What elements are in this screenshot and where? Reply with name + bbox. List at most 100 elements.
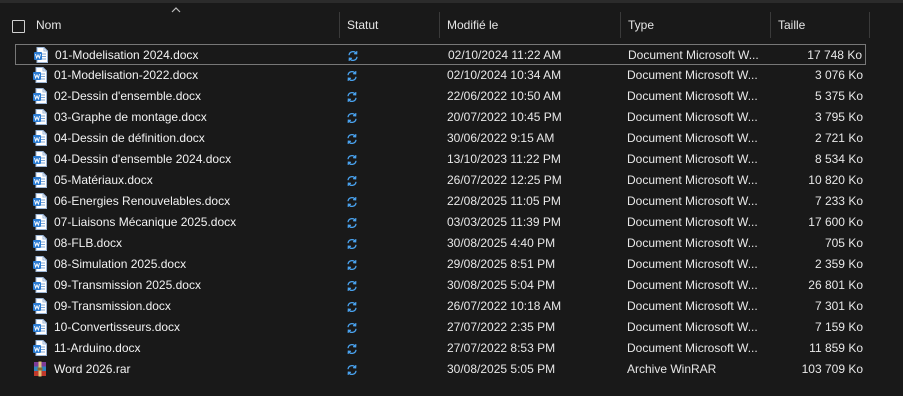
sync-status-icon — [346, 238, 358, 250]
file-type: Document Microsoft W... — [627, 299, 758, 313]
column-divider[interactable] — [770, 12, 771, 38]
sync-status-icon — [346, 301, 358, 313]
word-doc-icon — [33, 340, 47, 356]
file-name[interactable]: 01-Modelisation 2024.docx — [55, 45, 198, 66]
file-row[interactable]: 02-Dessin d'ensemble.docx 22/06/2022 10:5… — [15, 86, 866, 107]
sync-status-icon — [346, 133, 358, 145]
sync-status-icon — [346, 217, 358, 229]
sync-status-icon — [346, 259, 358, 271]
file-type: Document Microsoft W... — [627, 131, 758, 145]
file-modified-date: 27/07/2022 2:35 PM — [447, 320, 556, 334]
file-name[interactable]: 04-Dessin d'ensemble 2024.docx — [54, 149, 231, 170]
file-row[interactable]: 08-FLB.docx 30/08/2025 4:40 PM Document Mi… — [15, 233, 866, 254]
word-doc-icon — [33, 130, 47, 146]
column-divider[interactable] — [620, 12, 621, 38]
sync-status-icon — [346, 70, 358, 82]
file-modified-date: 29/08/2025 8:51 PM — [447, 257, 556, 271]
file-size: 3 795 Ko — [814, 110, 863, 124]
file-row[interactable]: 01-Modelisation 2024.docx 02/10/2024 11:2… — [15, 44, 866, 65]
sync-status-icon — [346, 91, 358, 103]
file-type: Document Microsoft W... — [627, 110, 758, 124]
file-name[interactable]: 10-Convertisseurs.docx — [54, 317, 180, 338]
column-header-name[interactable]: Nom — [36, 8, 336, 40]
file-type: Document Microsoft W... — [627, 89, 758, 103]
file-name[interactable]: 02-Dessin d'ensemble.docx — [54, 86, 201, 107]
file-size: 8 534 Ko — [814, 152, 863, 166]
file-type: Document Microsoft W... — [627, 152, 758, 166]
file-row[interactable]: 09-Transmission.docx 26/07/2022 10:18 AM D… — [15, 296, 866, 317]
file-size: 7 233 Ko — [814, 194, 863, 208]
winrar-archive-icon — [33, 361, 47, 377]
file-size: 705 Ko — [824, 236, 863, 250]
file-size: 5 375 Ko — [814, 89, 863, 103]
file-modified-date: 30/08/2025 5:04 PM — [447, 278, 556, 292]
file-size: 17 748 Ko — [807, 48, 862, 62]
file-row[interactable]: 11-Arduino.docx 27/07/2022 8:53 PM Documen… — [15, 338, 866, 359]
file-type: Document Microsoft W... — [627, 173, 758, 187]
sync-status-icon — [346, 343, 358, 355]
file-type: Document Microsoft W... — [627, 236, 758, 250]
file-row[interactable]: 04-Dessin de définition.docx 30/06/2022 9… — [15, 128, 866, 149]
file-type: Document Microsoft W... — [627, 194, 758, 208]
word-doc-icon — [33, 298, 47, 314]
sync-status-icon — [346, 322, 358, 334]
file-name[interactable]: 09-Transmission.docx — [54, 296, 171, 317]
file-modified-date: 22/06/2022 10:50 AM — [447, 89, 562, 103]
file-modified-date: 30/08/2025 4:40 PM — [447, 236, 556, 250]
file-name[interactable]: 03-Graphe de montage.docx — [54, 107, 207, 128]
column-divider[interactable] — [869, 12, 870, 38]
file-name[interactable]: 04-Dessin de définition.docx — [54, 128, 205, 149]
file-name[interactable]: 05-Matériaux.docx — [54, 170, 153, 191]
file-name[interactable]: Word 2026.rar — [54, 359, 130, 380]
file-size: 7 159 Ko — [814, 320, 863, 334]
file-name[interactable]: 08-FLB.docx — [54, 233, 122, 254]
column-divider[interactable] — [339, 12, 340, 38]
file-row[interactable]: 10-Convertisseurs.docx 27/07/2022 2:35 PM… — [15, 317, 866, 338]
file-modified-date: 02/10/2024 11:22 AM — [448, 48, 562, 62]
file-row[interactable]: 04-Dessin d'ensemble 2024.docx 13/10/2023… — [15, 149, 866, 170]
file-modified-date: 22/08/2025 11:05 PM — [447, 194, 561, 208]
file-name[interactable]: 07-Liaisons Mécanique 2025.docx — [54, 212, 236, 233]
file-name[interactable]: 09-Transmission 2025.docx — [54, 275, 201, 296]
file-size: 7 301 Ko — [814, 299, 863, 313]
file-type: Document Microsoft W... — [627, 341, 758, 355]
file-row[interactable]: 03-Graphe de montage.docx 20/07/2022 10:4… — [15, 107, 866, 128]
column-header-size[interactable]: Taille — [778, 8, 868, 40]
file-name[interactable]: 01-Modelisation-2022.docx — [54, 65, 198, 86]
word-doc-icon — [33, 256, 47, 272]
file-size: 10 820 Ko — [808, 173, 863, 187]
file-modified-date: 13/10/2023 11:22 PM — [447, 152, 561, 166]
toolbar-edge — [0, 0, 903, 3]
sync-status-icon — [346, 280, 358, 292]
sync-status-icon — [346, 364, 358, 376]
file-name[interactable]: 08-Simulation 2025.docx — [54, 254, 186, 275]
file-modified-date: 20/07/2022 10:45 PM — [447, 110, 562, 124]
file-type: Document Microsoft W... — [627, 257, 758, 271]
file-type: Document Microsoft W... — [627, 68, 758, 82]
file-row[interactable]: 08-Simulation 2025.docx 29/08/2025 8:51 P… — [15, 254, 866, 275]
file-row[interactable]: 01-Modelisation-2022.docx 02/10/2024 10:3… — [15, 65, 866, 86]
file-name[interactable]: 11-Arduino.docx — [54, 338, 141, 359]
file-size: 2 721 Ko — [814, 131, 863, 145]
file-modified-date: 03/03/2025 11:39 PM — [447, 215, 561, 229]
file-modified-date: 30/08/2025 5:05 PM — [447, 362, 556, 376]
file-size: 11 859 Ko — [809, 341, 863, 355]
column-divider[interactable] — [439, 12, 440, 38]
column-header-modified[interactable]: Modifié le — [447, 8, 617, 40]
file-name[interactable]: 06-Energies Renouvelables.docx — [54, 191, 230, 212]
word-doc-icon — [33, 319, 47, 335]
file-row[interactable]: 06-Energies Renouvelables.docx 22/08/2025… — [15, 191, 866, 212]
word-doc-icon — [33, 235, 47, 251]
file-type: Document Microsoft W... — [627, 320, 758, 334]
file-row[interactable]: 05-Matériaux.docx 26/07/2022 12:25 PM Docu… — [15, 170, 866, 191]
column-header-type[interactable]: Type — [628, 8, 768, 40]
word-doc-icon — [33, 172, 47, 188]
file-row[interactable]: Word 2026.rar 30/08/2025 5:05 PM Archive W… — [15, 359, 866, 380]
file-row[interactable]: 09-Transmission 2025.docx 30/08/2025 5:04… — [15, 275, 866, 296]
file-row[interactable]: 07-Liaisons Mécanique 2025.docx 03/03/202… — [15, 212, 866, 233]
sync-status-icon — [346, 154, 358, 166]
word-doc-icon — [33, 109, 47, 125]
select-all-checkbox[interactable] — [12, 20, 25, 33]
file-size: 2 359 Ko — [814, 257, 863, 271]
column-header-status[interactable]: Statut — [347, 8, 437, 40]
